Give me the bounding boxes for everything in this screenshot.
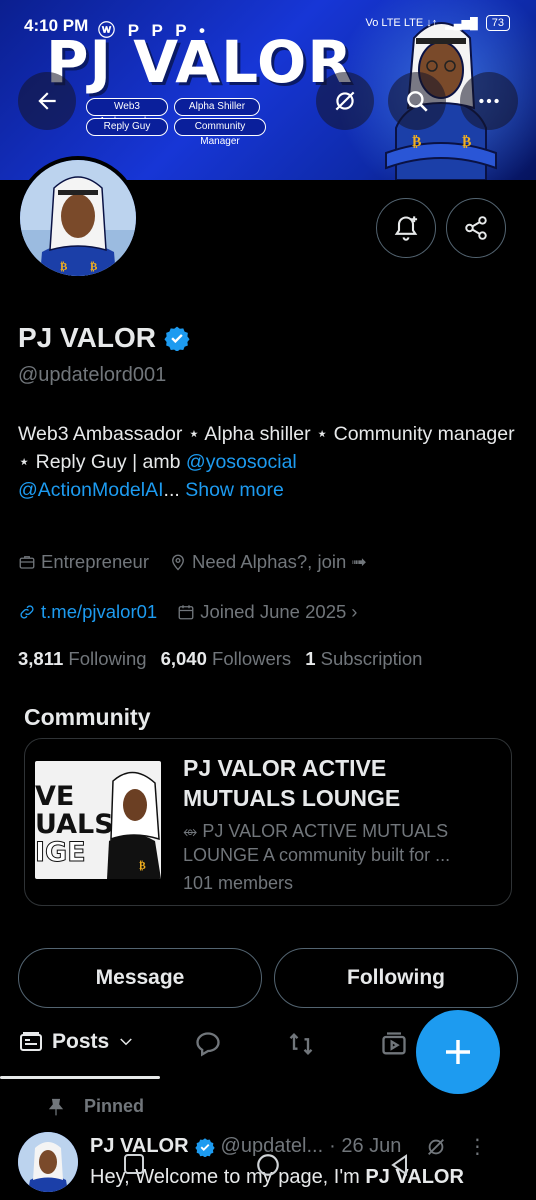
banner-pill: Community Manager [174, 118, 266, 147]
pinned-indicator: Pinned [46, 1096, 144, 1117]
pin-icon [48, 1098, 64, 1115]
profile-meta-row: t.me/pjvalor01 Joined June 2025 › [18, 601, 357, 623]
followers-label: Followers [212, 648, 292, 669]
tab-replies-icon[interactable] [194, 1030, 222, 1058]
home-icon[interactable] [255, 1152, 281, 1178]
back-arrow-icon [38, 92, 56, 110]
community-title: PJ VALOR ACTIVE MUTUALS LOUNGE [183, 755, 401, 811]
bell-plus-icon [394, 216, 418, 241]
svg-text:₿: ₿ [462, 134, 471, 150]
chevron-down-icon [120, 1038, 132, 1046]
following-stat[interactable]: 3,811 Following [18, 648, 147, 670]
status-time: 4:10 PM [24, 16, 89, 35]
back-nav-icon[interactable] [388, 1152, 412, 1178]
network-indicator: Vo LTE LTE ↓↑ [365, 17, 438, 29]
follow-stats: 3,811 Following 6,040 Followers 1 Subscr… [18, 648, 422, 670]
share-button[interactable] [446, 198, 506, 258]
followers-count: 6,040 [160, 648, 207, 669]
back-button[interactable] [18, 72, 76, 130]
active-tab-indicator [0, 1076, 160, 1079]
search-button[interactable] [388, 72, 446, 130]
signal-icon: ▂▄▆█ [445, 17, 478, 30]
joined-text: Joined June 2025 [200, 601, 347, 622]
community-members: 101 members [183, 873, 294, 893]
profile-meta-row: Entrepreneur Need Alphas?, join ➟ [18, 551, 367, 573]
tab-posts[interactable]: Posts [18, 1030, 135, 1054]
verified-badge-icon[interactable] [164, 325, 190, 351]
community-card[interactable]: VE UALS IGE ₿ PJ VALOR ACTIVE MUTUALS LO… [24, 738, 512, 906]
profile-avatar[interactable]: ₿ ₿ [16, 156, 140, 280]
briefcase-icon [19, 556, 35, 569]
profession-item: Entrepreneur [18, 551, 149, 573]
location-text: Need Alphas?, join ➟ [191, 551, 367, 572]
subscription-stat[interactable]: 1 Subscription [305, 648, 422, 670]
more-dots-icon [479, 98, 499, 104]
status-right: Vo LTE LTE ↓↑ ▂▄▆█ 73 [365, 15, 510, 31]
bio-mention-link[interactable]: @yososocial [186, 451, 297, 473]
tab-posts-label: Posts [52, 1030, 110, 1053]
plus-icon [446, 1040, 470, 1064]
thumb-illustration: ₿ [107, 771, 161, 879]
location-pin-icon [172, 554, 184, 571]
pinned-label: Pinned [84, 1096, 145, 1116]
community-thumbnail: VE UALS IGE ₿ [35, 761, 161, 879]
location-item: Need Alphas?, join ➟ [169, 551, 367, 573]
avatar-illustration: ₿ ₿ [20, 160, 136, 276]
following-label: Following [68, 648, 147, 669]
battery-indicator: 73 [485, 15, 510, 31]
joined-item[interactable]: Joined June 2025 › [177, 601, 357, 623]
following-count: 3,811 [18, 648, 64, 669]
profession-text: Entrepreneur [41, 551, 149, 572]
message-button[interactable]: Message [18, 948, 262, 1008]
svg-text:₿: ₿ [139, 860, 146, 872]
posts-tab-icon [20, 1032, 42, 1051]
status-bar: 4:10 PM ⓦ P P P • Vo LTE LTE ↓↑ ▂▄▆█ 73 [0, 0, 536, 40]
bio-ellipsis: ... [163, 479, 180, 501]
search-icon [407, 91, 428, 112]
profile-name-row: PJ VALOR [18, 322, 190, 354]
more-button[interactable] [460, 72, 518, 130]
banner-pill: Alpha Shiller [174, 98, 260, 116]
banner-pill: Reply Guy [86, 118, 168, 136]
link-icon [20, 605, 34, 619]
subscription-label: Subscription [320, 648, 423, 669]
grok-icon [335, 91, 355, 111]
system-nav-bar [0, 1140, 536, 1200]
svg-text:₿: ₿ [90, 260, 98, 273]
recents-icon[interactable] [122, 1152, 146, 1176]
profile-name: PJ VALOR [18, 322, 156, 353]
community-section-title: Community [24, 704, 151, 730]
grok-button[interactable] [316, 72, 374, 130]
profile-bio: Web3 Ambassador ⋆ Alpha shiller ⋆ Commun… [18, 420, 518, 504]
tab-reposts-icon[interactable] [286, 1030, 316, 1058]
subscription-count: 1 [305, 648, 316, 669]
notifications-subscribe-button[interactable] [376, 198, 436, 258]
website-item[interactable]: t.me/pjvalor01 [18, 601, 157, 623]
bio-mention-link[interactable]: @ActionModelAI [18, 479, 164, 501]
profile-handle: @updatelord001 [18, 364, 167, 386]
following-button[interactable]: Following [274, 948, 518, 1008]
website-link[interactable]: t.me/pjvalor01 [41, 601, 157, 623]
svg-text:₿: ₿ [412, 134, 421, 150]
banner-pill: Web3 Ambassador [86, 98, 168, 127]
tab-media-icon[interactable] [380, 1030, 408, 1058]
followers-stat[interactable]: 6,040 Followers [161, 648, 292, 670]
chevron-right-icon: › [351, 601, 358, 622]
calendar-icon [178, 605, 194, 620]
community-description: ⥈ PJ VALOR ACTIVE MUTUALS LOUNGE A commu… [183, 821, 451, 865]
compose-post-button[interactable] [416, 1010, 500, 1094]
show-more-link[interactable]: Show more [185, 479, 284, 501]
svg-text:₿: ₿ [60, 260, 68, 273]
notification-icons: ⓦ P P P • [98, 21, 209, 40]
share-icon [465, 216, 487, 240]
